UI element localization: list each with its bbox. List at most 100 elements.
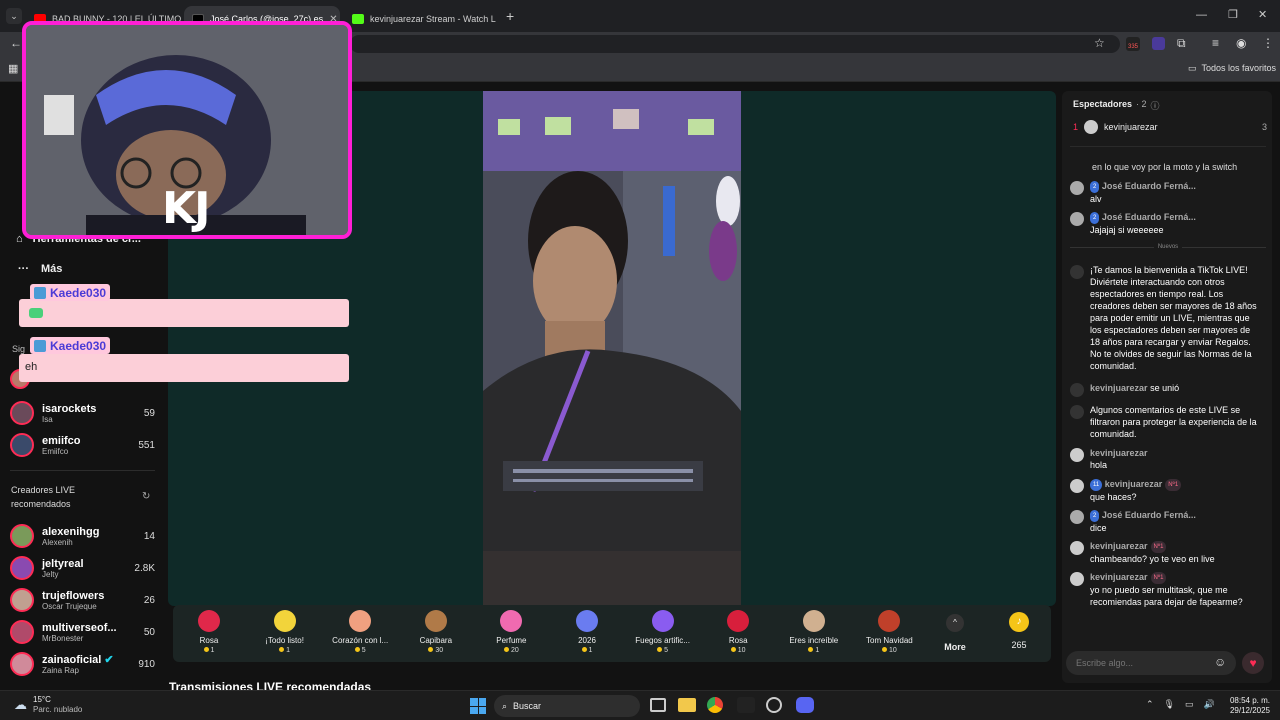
avatar (1070, 479, 1084, 493)
avatar (1070, 510, 1084, 524)
taskbar: ☁ 15°C Parc. nublado ⌕ Buscar ⌃ 🎙 ▭ 🔊 08… (0, 690, 1280, 720)
emoji-icon[interactable]: ☺ (1214, 655, 1226, 669)
creator-name: multiverseof... (42, 621, 117, 634)
start-icon[interactable] (470, 698, 486, 714)
viewer-count: 59 (143, 407, 155, 419)
recommended-item[interactable]: zainaoficial ✔ Zaina Rap 910 (10, 648, 155, 680)
recommended-item[interactable]: jeltyreal Jelty 2.8K (10, 552, 155, 584)
gift-cost: 1 (279, 647, 290, 654)
house-icon: ⌂ (16, 233, 23, 245)
puzzle-icon[interactable]: ⧉ (1177, 36, 1186, 51)
menu-icon[interactable]: ⋮ (1262, 36, 1274, 50)
avatar (10, 588, 34, 612)
chat-username[interactable]: kevinjuarezar (1090, 572, 1148, 582)
coins-button[interactable]: ♪ 265 (996, 612, 1042, 650)
media-icon[interactable]: ≡ (1212, 36, 1219, 50)
tray-icons[interactable]: ⌃ 🎙 ▭ 🔊 (1146, 699, 1215, 710)
tab-search-button[interactable]: ⌄ (6, 8, 22, 24)
gift-item[interactable]: Perfume 20 (476, 610, 546, 654)
chat-divider (1070, 146, 1266, 147)
search-icon: ⌕ (502, 700, 508, 711)
weather-widget[interactable]: ☁ 15°C Parc. nublado (14, 695, 82, 715)
clock[interactable]: 08:54 p. m. 29/12/2025 (1222, 696, 1270, 716)
gift-item[interactable]: Eres increíble 1 (779, 610, 849, 654)
apps-icon[interactable]: ▦ (8, 62, 18, 75)
app-icon[interactable] (737, 697, 755, 713)
all-bookmarks[interactable]: ▭ Todos los favoritos (1188, 63, 1276, 74)
chat-text: hola (1090, 460, 1108, 470)
level-badge: 11 (1090, 478, 1103, 491)
gift-item[interactable]: ¡Todo listo! 1 (250, 610, 320, 654)
chat-username[interactable]: José Eduardo Ferná... (1102, 212, 1196, 222)
discord-icon[interactable] (796, 697, 814, 713)
chat-username[interactable]: José Eduardo Ferná... (1102, 510, 1196, 520)
gift-more-button[interactable]: ^ More (938, 614, 972, 652)
tab-kick[interactable]: kevinjuarezar Stream - Watch L ✕ (344, 6, 500, 32)
profile-icon[interactable]: ◉ (1236, 36, 1246, 50)
gift-item[interactable]: Rosa 1 (174, 610, 244, 654)
like-button[interactable]: ♥ (1242, 652, 1264, 674)
creator-name: zainaoficial (42, 654, 102, 666)
more-item[interactable]: ··· Más (18, 263, 62, 275)
chat-input[interactable] (1076, 655, 1206, 671)
recommended-item[interactable]: trujeflowers Oscar Trujeque 26 (10, 584, 155, 616)
recommended-item[interactable]: multiverseof... MrBonester 50 (10, 616, 155, 648)
address-bar[interactable] (350, 35, 1120, 53)
live-video[interactable] (483, 91, 741, 605)
taskbar-search[interactable]: ⌕ Buscar (494, 695, 640, 717)
recommended-item[interactable]: alexenihgg Alexenih 14 (10, 520, 155, 552)
chat-username[interactable]: José Eduardo Ferná... (1102, 181, 1196, 191)
chat-message: 2 José Eduardo Ferná... dice (1070, 509, 1266, 534)
close-window-icon[interactable]: ✕ (1258, 8, 1267, 21)
gift-name: Tom Navidad (866, 636, 913, 645)
minimize-icon[interactable]: — (1196, 9, 1207, 21)
overlay-chat-message (19, 299, 349, 327)
avatar (10, 556, 34, 580)
chat-username[interactable]: kevinjuarezar (1090, 541, 1148, 551)
level-badge: 2 (1090, 509, 1100, 522)
gift-item[interactable]: 2026 1 (552, 610, 622, 654)
chat-message: 2 José Eduardo Ferná... alv (1070, 180, 1266, 205)
chat-message: 11 kevinjuarezar Nº1 que haces? (1070, 478, 1266, 503)
help-icon[interactable]: ⓘ (1151, 99, 1160, 112)
tab-title: kevinjuarezar Stream - Watch L (370, 14, 496, 24)
clock-time: 08:54 p. m. (1229, 696, 1270, 705)
chat-username[interactable]: kevinjuarezar (1090, 383, 1148, 393)
gift-icon (802, 610, 825, 632)
kick-icon (352, 14, 364, 24)
steam-icon[interactable] (766, 697, 782, 713)
gift-item[interactable]: Rosa 10 (703, 610, 773, 654)
chat-username[interactable]: kevinjuarezar (1105, 479, 1163, 489)
chat-message: kevinjuarezar Nº1 chambeando? yo te veo en… (1070, 540, 1266, 565)
gift-item[interactable]: Tom Navidad 10 (854, 610, 924, 654)
sidebar-divider (10, 470, 155, 471)
maximize-icon[interactable]: ❐ (1228, 8, 1238, 21)
gift-item[interactable]: Fuegos artific... 5 (628, 610, 698, 654)
gift-item[interactable]: Corazón con l... 5 (325, 610, 395, 654)
following-item[interactable]: emiifco Emiifco 551 (10, 429, 155, 461)
gift-item[interactable]: Capibara 30 (401, 610, 471, 654)
back-icon[interactable]: ← (10, 36, 22, 50)
chrome-icon[interactable] (707, 697, 723, 713)
task-view-icon[interactable] (650, 698, 666, 712)
star-icon[interactable]: ☆ (1094, 36, 1105, 50)
gift-name: Fuegos artific... (635, 636, 690, 645)
file-explorer-icon[interactable] (678, 698, 696, 712)
following-sub: Emiifco (42, 446, 69, 456)
chat-message: kevinjuarezar hola (1070, 447, 1266, 471)
following-name: emiifco (42, 434, 81, 447)
refresh-icon[interactable]: ↻ (142, 491, 150, 502)
creator-sub: Oscar Trujeque (42, 601, 97, 611)
gift-name: Corazón con l... (332, 636, 389, 645)
extension-badge-icon[interactable]: 335 (1126, 37, 1140, 51)
viewer-count: 14 (143, 530, 155, 542)
all-bookmarks-label: Todos los favoritos (1201, 63, 1277, 73)
weather-cloud-icon: ☁ (14, 697, 27, 712)
chat-username[interactable]: kevinjuarezar (1090, 447, 1148, 459)
extension-icon[interactable] (1152, 37, 1165, 50)
following-item[interactable]: isarockets Isa 59 (10, 397, 155, 429)
gift-name: Perfume (496, 636, 527, 645)
new-tab-button[interactable]: + (506, 8, 514, 24)
avatar (10, 401, 34, 425)
top-viewer-row[interactable]: 1 kevinjuarezar 3 (1073, 119, 1267, 134)
